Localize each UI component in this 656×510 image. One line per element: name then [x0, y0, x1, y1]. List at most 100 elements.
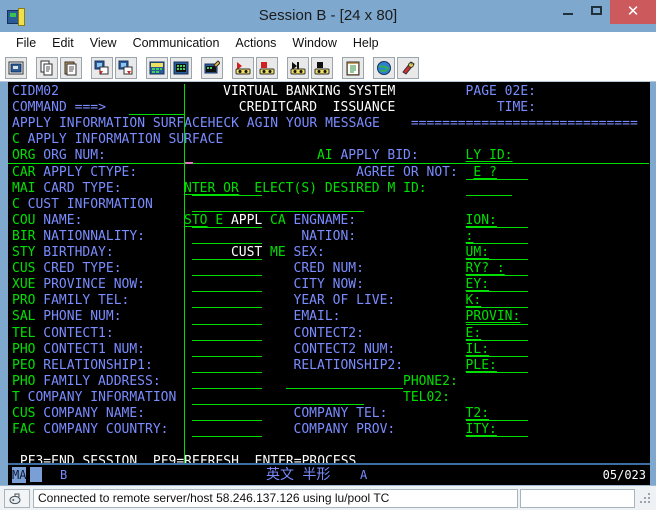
input-field-underline: [465, 355, 529, 357]
terminal-row: CIDM02 VIRTUAL BANKING SYSTEM PAGE 02E:: [12, 84, 650, 100]
terminal-text: CRED NUM:: [293, 261, 364, 277]
terminal-text: CONTECT1:: [43, 325, 114, 341]
terminal-text: PRO: [12, 293, 36, 309]
terminal-row: CAR APPLY CTYPE: AGREE OR NOT: E ?: [12, 165, 650, 181]
input-field-underline: [191, 243, 263, 244]
paste-icon[interactable]: [60, 56, 82, 79]
operator-information-area: MA B 英文 半形 A 05/023: [8, 463, 650, 485]
status-bar: Connected to remote server/host 58.246.1…: [0, 485, 656, 510]
terminal-text: T: [12, 389, 20, 405]
terminal-text: COMPANY TEL:: [293, 406, 388, 421]
terminal-text: CA: [270, 212, 286, 228]
menu-item-communication[interactable]: Communication: [125, 34, 228, 52]
stop-macro-icon[interactable]: [311, 56, 333, 79]
minimize-button[interactable]: [554, 0, 582, 21]
terminal-text: EMAIL:: [293, 309, 341, 325]
edit-keyboard-icon[interactable]: [201, 56, 223, 79]
resize-grip-icon[interactable]: [638, 491, 652, 505]
oia-cursor-position: 05/023: [602, 468, 646, 482]
terminal-row: MAI CARD TYPE: NTER OR ELECT(S) DESIRED M I…: [12, 181, 650, 197]
terminal-text: APPLY INFORMATION SURFACE: [27, 132, 224, 148]
terminal-area: CIDM02 VIRTUAL BANKING SYSTEM PAGE 02E: COM…: [0, 82, 656, 463]
input-field-underline: [191, 387, 263, 389]
terminal-text: ME: [270, 245, 286, 260]
terminal-text: CONTECT2 NUM:: [293, 341, 396, 357]
terminal-text: COU: [12, 212, 36, 228]
menu-item-edit[interactable]: Edit: [44, 34, 82, 52]
terminal-text: PHONE NUM:: [43, 309, 122, 325]
window-controls: ✕: [554, 0, 656, 32]
terminal-row: PF3=END SESSION PF9=REFRESH ENTER=PROCES…: [12, 454, 650, 463]
input-field-underline: [465, 291, 529, 293]
terminal-text: =============================: [410, 116, 638, 132]
oia-status-block: [30, 467, 42, 482]
terminal-text: PHO: [12, 373, 36, 389]
maximize-button[interactable]: [582, 0, 610, 21]
send-file-icon[interactable]: [91, 56, 113, 79]
terminal-row: CUS CRED TYPE: CRED NUM: RY? :: [12, 261, 650, 277]
clipboard-icon[interactable]: [342, 56, 364, 79]
terminal-text: CONTECT2:: [293, 325, 364, 341]
input-field-underline: [191, 210, 364, 212]
input-field-underline: [465, 371, 529, 373]
input-field-underline: [191, 226, 263, 228]
keypad-icon[interactable]: [146, 56, 168, 79]
menu-item-help[interactable]: Help: [345, 34, 387, 52]
terminal-row: COU NAME: STO E APPL CA ENGNAME: ION:: [12, 213, 650, 229]
terminal-screen[interactable]: CIDM02 VIRTUAL BANKING SYSTEM PAGE 02E: COM…: [8, 82, 650, 463]
terminal-row: XUE PROVINCE NOW: CITY NOW: EY:: [12, 277, 650, 293]
oia-input-mode: 英文 半形: [266, 467, 331, 483]
terminal-text: AGREE OR NOT:: [356, 164, 458, 180]
session-window: Session B - [24 x 80] ✕ File Edit View C…: [0, 0, 656, 510]
input-field-underline: [191, 307, 263, 309]
terminal-text: NATIONNALITY:: [43, 228, 146, 244]
terminal-text: COMPANY COUNTRY:: [43, 422, 169, 438]
terminal-text: COMMAND ===>: [12, 100, 106, 116]
terminal-text: PAGE 02E:: [465, 84, 536, 99]
menu-item-window[interactable]: Window: [284, 34, 344, 52]
terminal-row: TEL CONTECT1: CONTECT2: E:: [12, 326, 650, 342]
terminal-text: CUS: [12, 406, 36, 421]
menu-item-view[interactable]: View: [82, 34, 125, 52]
terminal-text: PROVINCE NOW:: [43, 277, 146, 293]
menu-item-file[interactable]: File: [8, 34, 44, 52]
connection-icon[interactable]: [4, 488, 30, 508]
globe-icon[interactable]: [373, 56, 395, 79]
input-field-underline: [191, 355, 263, 357]
stop-record-icon[interactable]: [256, 56, 278, 79]
terminal-text: PHONE2:: [403, 373, 458, 389]
input-field-underline: [465, 259, 529, 261]
terminal-row: CUS COMPANY NAME: COMPANY TEL: T2:: [12, 406, 650, 422]
terminal-row: [12, 438, 650, 454]
title-bar: Session B - [24 x 80] ✕: [0, 0, 656, 32]
copy-icon[interactable]: [36, 56, 58, 79]
input-field-underline: [465, 194, 513, 196]
input-field-underline: [465, 420, 529, 422]
terminal-text: YEAR OF LIVE:: [293, 293, 396, 309]
terminal-text: PF3=END SESSION PF9=REFRESH ENTER=PROCES…: [19, 454, 357, 463]
input-field-underline: [465, 178, 529, 180]
input-field-underline: [285, 387, 403, 389]
menu-item-actions[interactable]: Actions: [227, 34, 284, 52]
new-session-icon[interactable]: [5, 56, 27, 79]
record-macro-icon[interactable]: [232, 56, 254, 79]
terminal-text: SAL: [12, 309, 36, 325]
oia-connection-indicator: MA: [12, 467, 27, 483]
terminal-text: PHO: [12, 341, 36, 357]
input-field-underline: [465, 307, 529, 309]
terminal-text: CARD TYPE:: [43, 180, 122, 196]
terminal-text: XUE: [12, 277, 36, 293]
play-macro-icon[interactable]: [287, 56, 309, 79]
input-field-underline: [191, 275, 263, 277]
close-button[interactable]: ✕: [610, 0, 656, 24]
terminal-row: PEO RELATIONSHIP1: RELATIONSHIP2: PLE:: [12, 358, 650, 374]
terminal-text: CIDM02: [12, 84, 59, 99]
terminal-text: TIME:: [496, 100, 536, 116]
terminal-row: SAL PHONE NUM: EMAIL: PROVIN:: [12, 309, 650, 325]
receive-file-icon[interactable]: [115, 56, 137, 79]
keyboard-setup-icon[interactable]: [170, 56, 192, 79]
input-field-underline: [465, 226, 529, 228]
terminal-text: CREDITCARD ISSUANCE: [238, 100, 396, 116]
terminal-text: FAMILY ADDRESS:: [43, 373, 161, 389]
help-index-icon[interactable]: ?: [397, 56, 419, 79]
